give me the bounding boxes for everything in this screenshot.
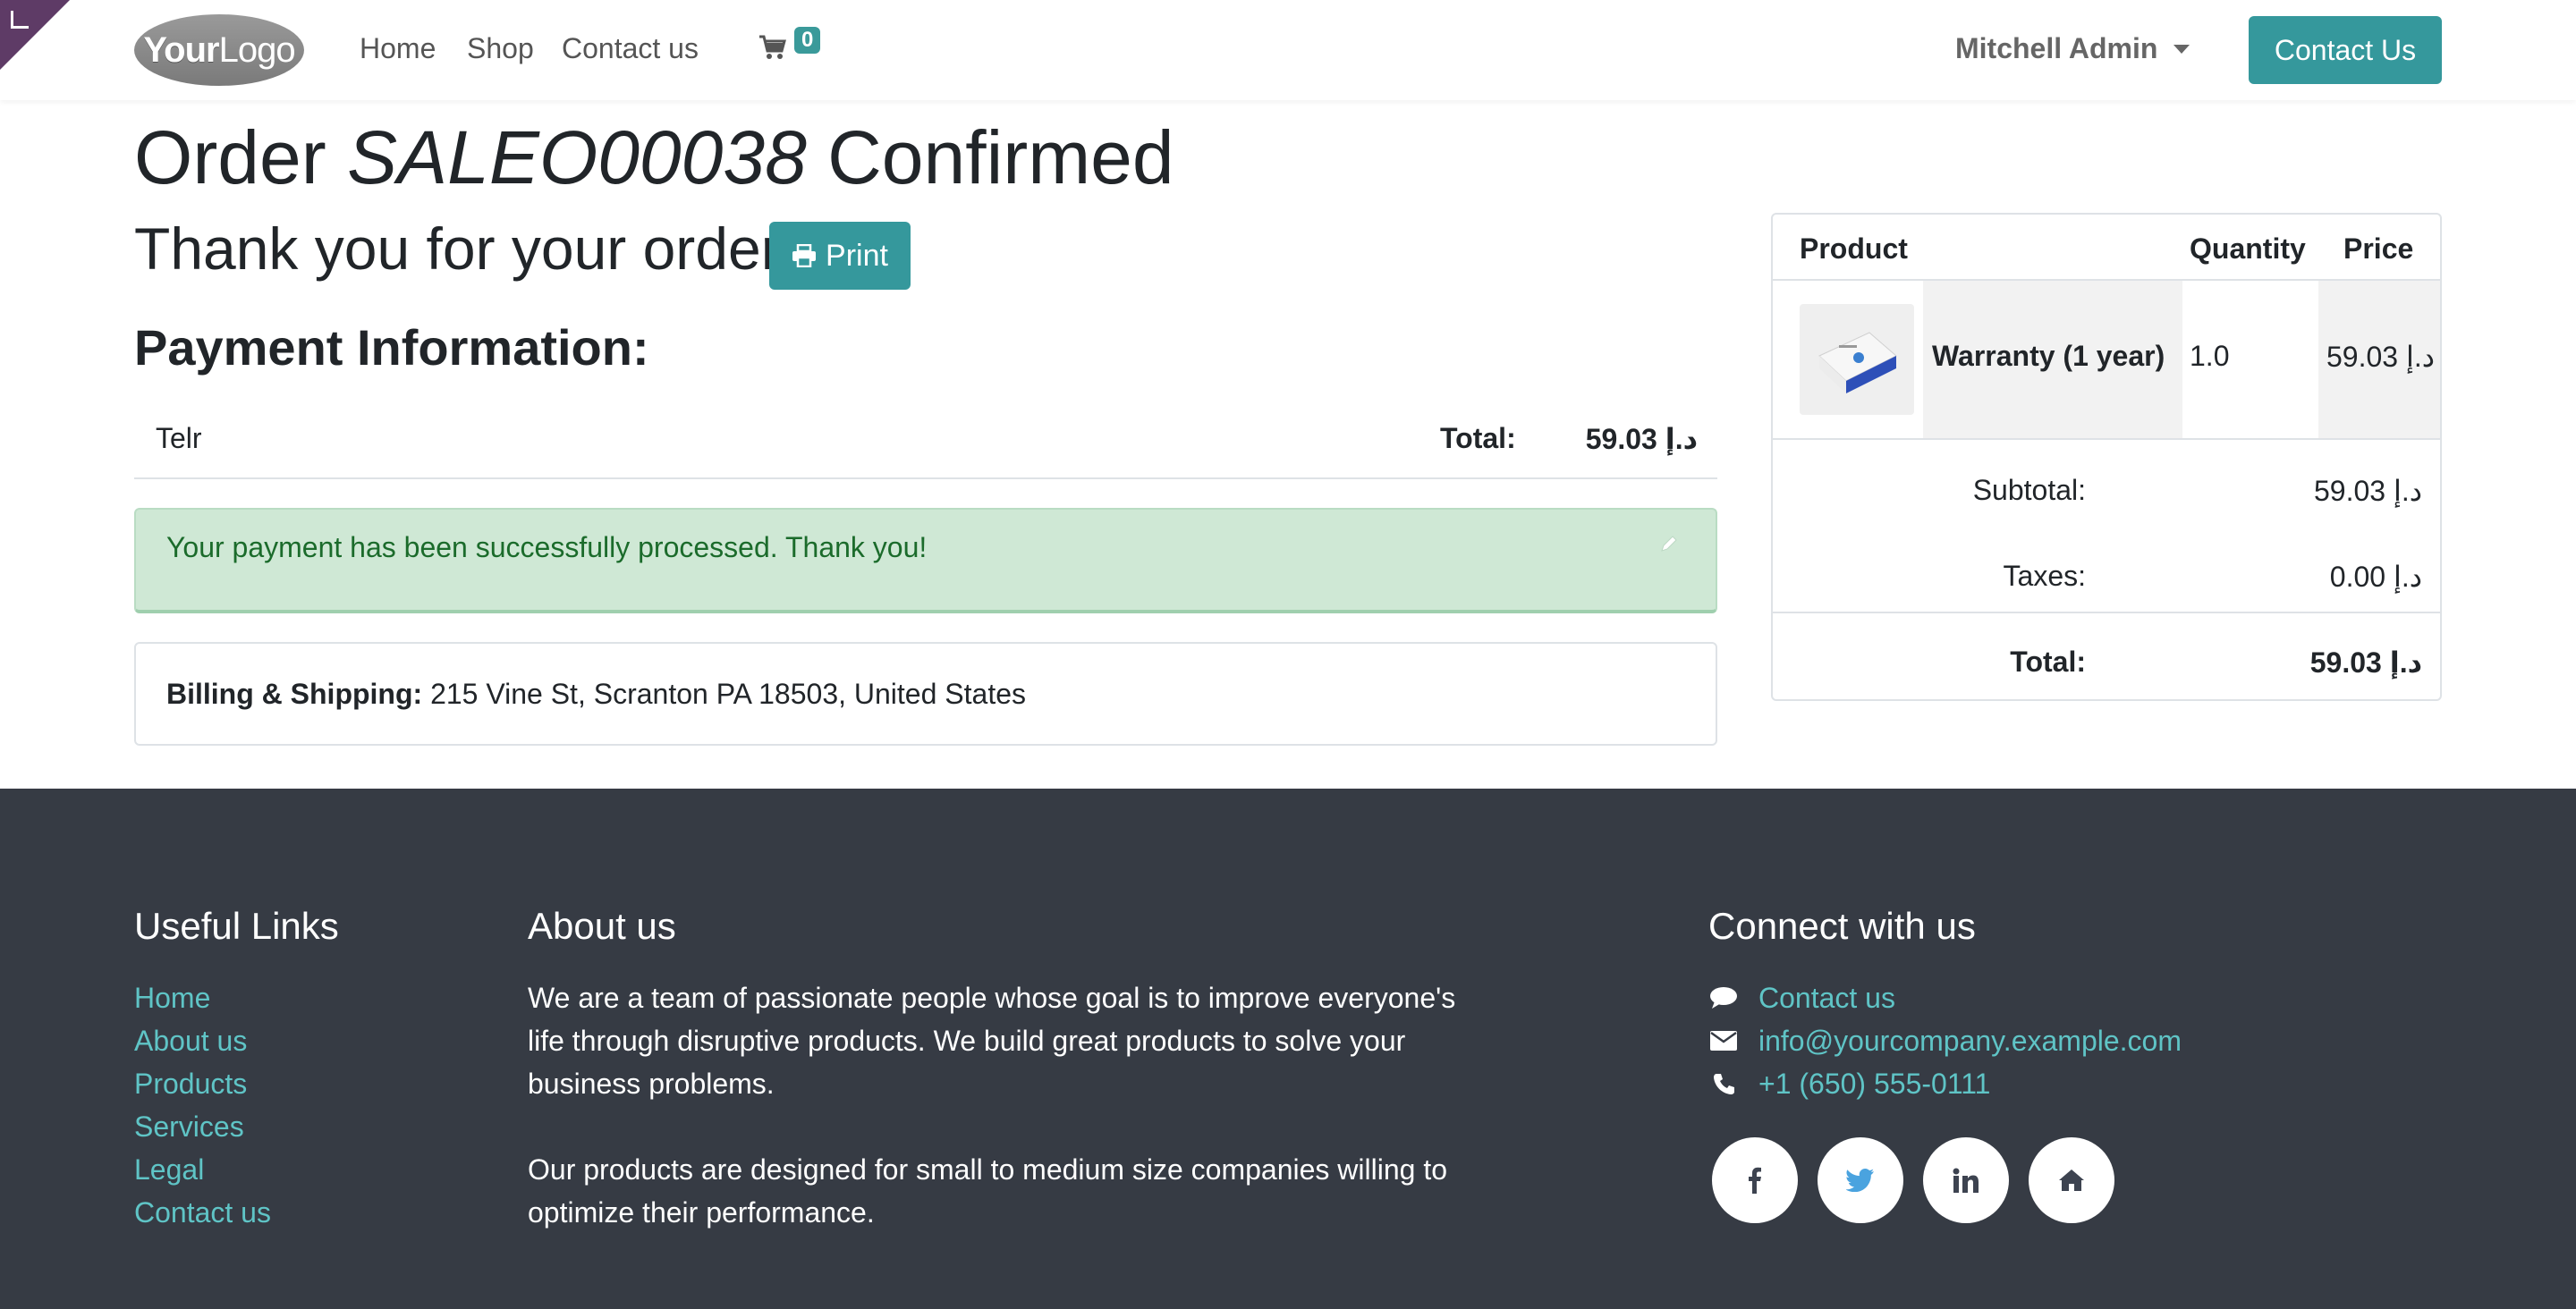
billing-label: Billing & Shipping: xyxy=(166,678,423,710)
about-paragraph-1: We are a team of passionate people whose… xyxy=(528,982,1456,1100)
title-suffix: Confirmed xyxy=(806,115,1174,199)
nav-item-contact[interactable]: Contact us xyxy=(562,32,699,65)
social-links xyxy=(1712,1137,2134,1223)
about-us-heading: About us xyxy=(528,905,676,947)
product-quantity: 1.0 xyxy=(2190,340,2230,372)
payment-row: Telr Total: 59.03 د.إ xyxy=(134,408,1717,479)
footer-link-services[interactable]: Services xyxy=(134,1105,271,1148)
nav-link-shop[interactable]: Shop xyxy=(467,32,534,65)
footer-email-link[interactable]: info@yourcompany.example.com xyxy=(1758,1025,2182,1058)
subtotal-label: Subtotal: xyxy=(1972,474,2086,506)
printer-icon xyxy=(792,244,817,267)
user-name: Mitchell Admin xyxy=(1955,32,2158,64)
billing-address: 215 Vine St, Scranton PA 18503, United S… xyxy=(422,678,1026,710)
nav-link-contact[interactable]: Contact us xyxy=(562,32,699,65)
footer-link-legal[interactable]: Legal xyxy=(134,1148,271,1191)
total-divider xyxy=(1773,612,2440,613)
taxes-value: 0.00 د.إ xyxy=(2329,561,2422,593)
cart-link[interactable] xyxy=(758,34,787,65)
corner-mark-icon[interactable] xyxy=(11,11,29,29)
comment-icon xyxy=(1708,984,1739,1011)
useful-links-heading: Useful Links xyxy=(134,905,339,947)
about-paragraph-2: Our products are designed for small to m… xyxy=(528,1153,1448,1229)
twitter-icon[interactable] xyxy=(1818,1137,1903,1223)
table-row: Warranty (1 year) 1.0 59.03 د.إ xyxy=(1773,281,2440,438)
about-us-text: We are a team of passionate people whose… xyxy=(528,976,1467,1277)
logo-text-your: Your xyxy=(143,30,219,70)
site-logo[interactable]: Your Logo xyxy=(134,14,304,86)
footer-link-contact-us[interactable]: Contact us xyxy=(134,1191,271,1234)
chevron-down-icon xyxy=(2174,44,2190,54)
phone-row: +1 (650) 555-0111 xyxy=(1708,1062,2182,1105)
nav-link-home[interactable]: Home xyxy=(360,32,436,65)
footer-link-about-us[interactable]: About us xyxy=(134,1019,271,1062)
site-footer: Useful Links About us Connect with us Ho… xyxy=(0,789,2576,1309)
pencil-icon[interactable] xyxy=(1658,533,1680,554)
useful-links-list: Home About us Products Services Legal Co… xyxy=(134,976,271,1234)
footer-contact-link[interactable]: Contact us xyxy=(1758,982,1895,1015)
title-prefix: Order xyxy=(134,115,348,199)
column-header-product: Product xyxy=(1800,232,1908,265)
taxes-label: Taxes: xyxy=(2003,560,2086,592)
payment-total-label: Total: xyxy=(1440,422,1516,454)
payment-total-value: 59.03 د.إ xyxy=(1585,423,1698,455)
print-label: Print xyxy=(826,238,888,273)
total-label: Total: xyxy=(2010,646,2086,678)
billing-shipping-text: Billing & Shipping: 215 Vine St, Scranto… xyxy=(166,678,1026,711)
footer-link-products[interactable]: Products xyxy=(134,1062,271,1105)
nav-item-home[interactable]: Home xyxy=(360,32,436,65)
product-name: Warranty (1 year) xyxy=(1932,340,2165,372)
print-button[interactable]: Print xyxy=(769,222,911,290)
envelope-icon xyxy=(1708,1027,1739,1054)
alert-message: Your payment has been successfully proce… xyxy=(166,531,928,563)
site-header: Your Logo Home Shop Contact us 0 Mitchell… xyxy=(0,0,2576,100)
user-menu[interactable]: Mitchell Admin xyxy=(1955,32,2190,65)
column-header-price: Price xyxy=(2343,232,2414,265)
product-price: 59.03 د.إ xyxy=(2326,341,2435,373)
footer-phone-link[interactable]: +1 (650) 555-0111 xyxy=(1758,1068,1990,1101)
home-icon[interactable] xyxy=(2029,1137,2114,1223)
contact-list: Contact us info@yourcompany.example.com … xyxy=(1708,976,2182,1105)
row-divider xyxy=(1773,438,2440,440)
order-reference: SALEO00038 xyxy=(347,115,807,199)
cart-icon[interactable] xyxy=(758,34,787,61)
thank-you-text: Thank you for your order. xyxy=(134,215,794,282)
email-row: info@yourcompany.example.com xyxy=(1708,1019,2182,1062)
footer-link-home[interactable]: Home xyxy=(134,976,271,1019)
order-summary-table: Product Quantity Price Warranty (1 year)… xyxy=(1771,213,2442,701)
linkedin-icon[interactable] xyxy=(1923,1137,2009,1223)
billing-shipping-card: Billing & Shipping: 215 Vine St, Scranto… xyxy=(134,642,1717,746)
nav-item-shop[interactable]: Shop xyxy=(467,32,534,65)
contact-row: Contact us xyxy=(1708,976,2182,1019)
page-title: Order SALEO00038 Confirmed xyxy=(134,114,1174,201)
total-value: 59.03 د.إ xyxy=(2309,646,2422,679)
column-header-quantity: Quantity xyxy=(2190,232,2306,265)
subtotal-value: 59.03 د.إ xyxy=(2314,475,2422,507)
cart-count-badge: 0 xyxy=(794,27,821,54)
facebook-icon[interactable] xyxy=(1712,1137,1798,1223)
contact-us-button[interactable]: Contact Us xyxy=(2249,16,2442,84)
payment-method: Telr xyxy=(156,422,202,454)
product-box-image xyxy=(1818,332,1897,393)
product-thumbnail[interactable] xyxy=(1800,304,1914,415)
phone-icon xyxy=(1708,1070,1739,1097)
connect-heading: Connect with us xyxy=(1708,905,1976,947)
payment-info-heading: Payment Information: xyxy=(134,319,649,376)
logo-text-logo: Logo xyxy=(218,30,296,70)
payment-success-alert: Your payment has been successfully proce… xyxy=(134,508,1717,613)
